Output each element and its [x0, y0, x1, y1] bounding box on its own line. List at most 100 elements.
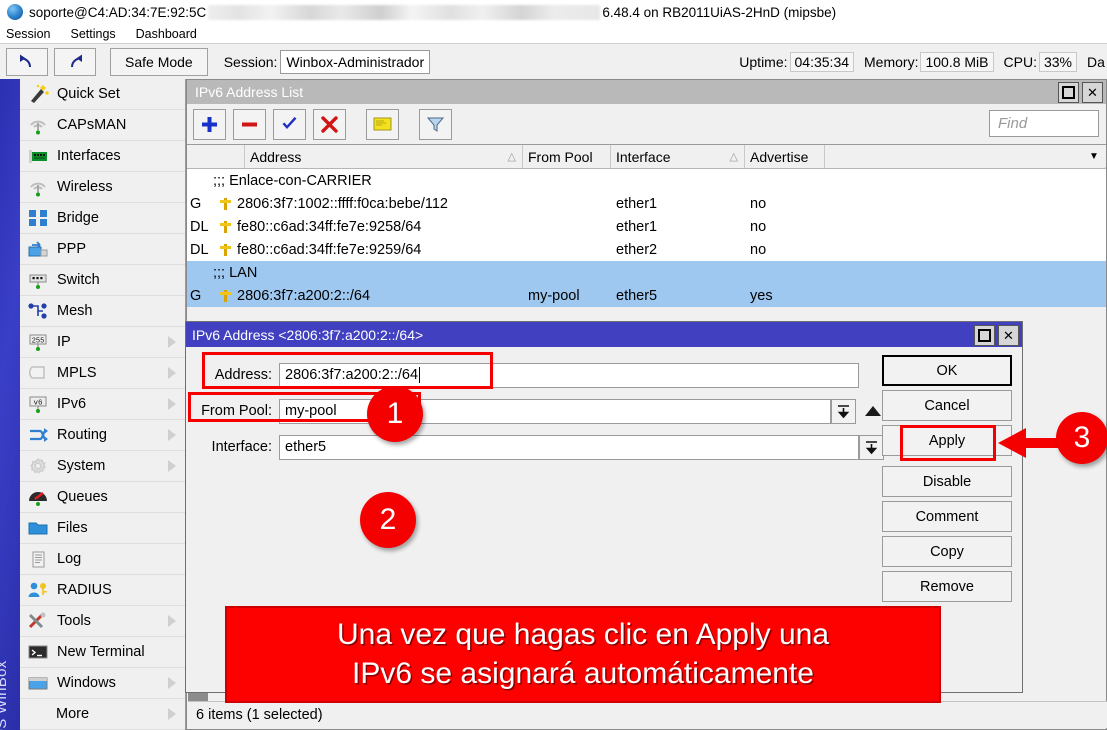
- row-comment: ;;; LAN: [213, 265, 257, 281]
- sidebar-item-quick-set[interactable]: Quick Set: [20, 79, 185, 110]
- sidebar-item-ip[interactable]: 255 IP: [20, 327, 185, 358]
- menu-session[interactable]: Session: [0, 27, 60, 41]
- cell-flag: G: [187, 192, 214, 215]
- cpu-value: 33%: [1039, 52, 1077, 72]
- column-interface[interactable]: Interface △: [611, 145, 745, 168]
- sidebar-item-label: IPv6: [57, 396, 86, 412]
- ip-255-icon: 255: [26, 331, 50, 353]
- remove-button[interactable]: [233, 109, 266, 140]
- disable-button[interactable]: [313, 109, 346, 140]
- ppp-screen-icon: [26, 238, 50, 260]
- sidebar-item-windows[interactable]: Windows: [20, 668, 185, 699]
- sidebar-item-queues[interactable]: Queues: [20, 482, 185, 513]
- network-card-icon: [26, 145, 50, 167]
- table-row[interactable]: G 2806:3f7:1002::ffff:f0ca:bebe/112 ethe…: [187, 192, 1106, 215]
- redo-button[interactable]: [54, 48, 96, 76]
- close-icon[interactable]: ✕: [998, 325, 1019, 346]
- sidebar-item-system[interactable]: System: [20, 451, 185, 482]
- column-chooser-button[interactable]: ▼: [1082, 145, 1106, 167]
- disable-button[interactable]: Disable: [882, 466, 1012, 497]
- uptime-value: 04:35:34: [790, 52, 855, 72]
- column-advertise[interactable]: Advertise: [745, 145, 825, 168]
- cancel-button[interactable]: Cancel: [882, 390, 1012, 421]
- menu-dashboard[interactable]: Dashboard: [126, 27, 207, 41]
- undo-button[interactable]: [6, 48, 48, 76]
- maximize-icon[interactable]: [1058, 82, 1079, 103]
- enable-button[interactable]: [273, 109, 306, 140]
- comment-button[interactable]: Comment: [882, 501, 1012, 532]
- session-value[interactable]: Winbox-Administrador: [280, 50, 430, 74]
- sidebar-item-more[interactable]: More: [20, 699, 185, 730]
- table-row[interactable]: DL fe80::c6ad:34ff:fe7e:9258/64 ether1 n…: [187, 215, 1106, 238]
- sidebar-item-new-terminal[interactable]: New Terminal: [20, 637, 185, 668]
- cell-flag: DL: [187, 238, 214, 261]
- window-titlebar: soporte@C4:AD:34:7E:92:5C 6.48.4 on RB20…: [0, 0, 1107, 24]
- sidebar-item-routing[interactable]: Routing: [20, 420, 185, 451]
- address-value: 2806:3f7:a200:2::/64: [285, 367, 418, 383]
- from-pool-field-row: From Pool: my-pool: [194, 397, 881, 425]
- interface-dropdown-button[interactable]: [859, 435, 884, 460]
- sidebar-item-label: Files: [57, 520, 88, 536]
- add-button[interactable]: [193, 109, 226, 140]
- column-from-pool[interactable]: From Pool: [523, 145, 611, 168]
- search-input[interactable]: Find: [989, 110, 1099, 137]
- sidebar-item-mpls[interactable]: MPLS: [20, 358, 185, 389]
- sidebar-item-capsman[interactable]: CAPsMAN: [20, 110, 185, 141]
- sidebar-item-label: RADIUS: [57, 582, 112, 598]
- sidebar-item-tools[interactable]: Tools: [20, 606, 185, 637]
- sidebar-item-mesh[interactable]: Mesh: [20, 296, 185, 327]
- from-pool-dropdown-button[interactable]: [831, 399, 856, 424]
- sidebar-item-ppp[interactable]: PPP: [20, 234, 185, 265]
- table-row[interactable]: ;;; Enlace-con-CARRIER: [187, 169, 1106, 192]
- remove-button[interactable]: Remove: [882, 571, 1012, 602]
- ok-button[interactable]: OK: [882, 355, 1012, 386]
- table-row[interactable]: G 2806:3f7:a200:2::/64 my-pool ether5 ye…: [187, 284, 1106, 307]
- sidebar-item-log[interactable]: Log: [20, 544, 185, 575]
- sidebar-item-ipv6[interactable]: v6 IPv6: [20, 389, 185, 420]
- column-extra[interactable]: [825, 145, 1106, 168]
- text-caret: [419, 367, 420, 383]
- cell-flag: G: [187, 284, 214, 307]
- dialog-button-column: OK Cancel Apply Disable Comment Copy Rem…: [882, 355, 1012, 606]
- sidebar-item-label: Bridge: [57, 210, 99, 226]
- sidebar-item-label: Switch: [57, 272, 100, 288]
- ipv6-list-toolbar: Find: [187, 104, 1106, 144]
- menu-settings[interactable]: Settings: [60, 27, 125, 41]
- session-label: Session:: [224, 54, 278, 70]
- table-row[interactable]: DL fe80::c6ad:34ff:fe7e:9259/64 ether2 n…: [187, 238, 1106, 261]
- titlebar-redacted-region: [208, 5, 600, 20]
- chevron-right-icon: [168, 367, 176, 379]
- column-flags[interactable]: [187, 145, 245, 168]
- sidebar-item-switch[interactable]: Switch: [20, 265, 185, 296]
- sidebar-item-label: Wireless: [57, 179, 113, 195]
- column-address[interactable]: Address △: [245, 145, 523, 168]
- sidebar-item-radius[interactable]: RADIUS: [20, 575, 185, 606]
- log-list-icon: [26, 548, 50, 570]
- from-pool-input[interactable]: my-pool: [279, 399, 831, 424]
- interface-input[interactable]: ether5: [279, 435, 859, 460]
- safe-mode-button[interactable]: Safe Mode: [110, 48, 208, 76]
- apply-button[interactable]: Apply: [882, 425, 1012, 456]
- sidebar-item-wireless[interactable]: Wireless: [20, 172, 185, 203]
- sidebar-item-files[interactable]: Files: [20, 513, 185, 544]
- cell-from-pool: [523, 192, 611, 215]
- interface-value: ether5: [285, 439, 326, 455]
- chevron-right-icon: [168, 336, 176, 348]
- close-icon[interactable]: ✕: [1082, 82, 1103, 103]
- cell-address: fe80::c6ad:34ff:fe7e:9258/64: [237, 219, 421, 235]
- copy-button[interactable]: Copy: [882, 536, 1012, 567]
- sidebar-item-interfaces[interactable]: Interfaces: [20, 141, 185, 172]
- sidebar-item-label: Quick Set: [57, 86, 120, 102]
- address-input[interactable]: 2806:3f7:a200:2::/64: [279, 363, 859, 388]
- tools-icon: [26, 610, 50, 632]
- comment-button[interactable]: [366, 109, 399, 140]
- filter-button[interactable]: [419, 109, 452, 140]
- table-row[interactable]: ;;; LAN: [187, 261, 1106, 284]
- from-pool-collapse-arrow-icon[interactable]: [865, 406, 881, 416]
- sidebar-item-label: IP: [57, 334, 71, 350]
- sidebar-item-bridge[interactable]: Bridge: [20, 203, 185, 234]
- routing-arrows-icon: [26, 424, 50, 446]
- maximize-icon[interactable]: [974, 325, 995, 346]
- sidebar-item-label: New Terminal: [57, 644, 145, 660]
- cell-interface: ether1: [611, 215, 745, 238]
